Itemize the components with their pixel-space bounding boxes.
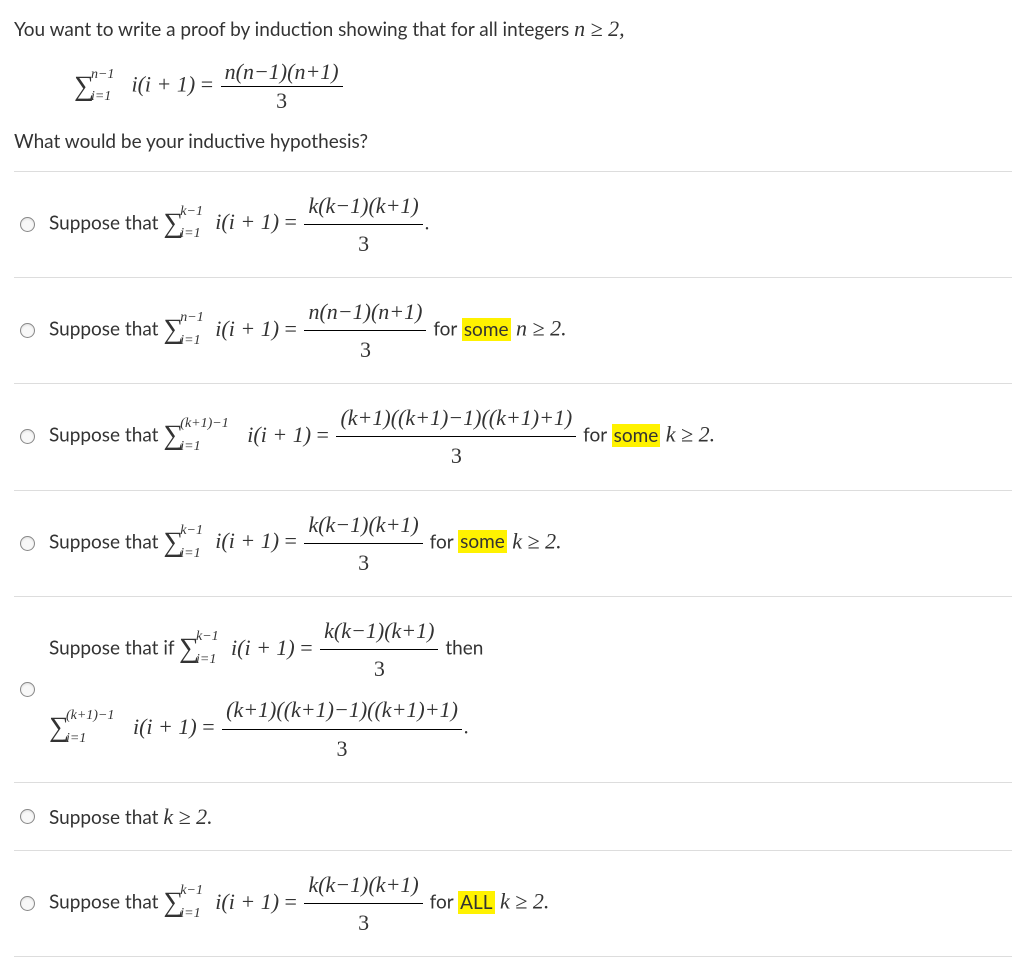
radio-button[interactable]	[20, 323, 35, 338]
summation: ∑n−1i=1	[163, 313, 183, 348]
summation: ∑(k+1)−1i=1	[163, 419, 183, 454]
radio-button[interactable]	[20, 429, 35, 444]
question-line1-math: n ≥ 2,	[574, 16, 625, 41]
fraction: k(k−1)(k+1)3	[320, 613, 438, 686]
option-body: Suppose that if ∑k−1i=1i(i + 1) = k(k−1)…	[49, 613, 483, 766]
summation: ∑ n−1 i=1	[74, 73, 94, 101]
fraction: k(k−1)(k+1)3	[304, 867, 422, 940]
radio-button[interactable]	[20, 809, 35, 824]
option-body: Suppose that ∑(k+1)−1i=1i(i + 1) = (k+1)…	[49, 400, 715, 473]
option-body: Suppose that ∑k−1i=1i(i + 1) = k(k−1)(k+…	[49, 188, 429, 261]
option-row[interactable]: Suppose that ∑(k+1)−1i=1i(i + 1) = (k+1)…	[14, 384, 1012, 490]
summation: ∑k−1i=1	[163, 886, 183, 921]
summation: ∑k−1i=1	[163, 526, 183, 561]
summation: ∑k−1i=1	[179, 632, 199, 667]
fraction: (k+1)((k+1)−1)((k+1)+1)3	[222, 692, 462, 765]
option-body: Suppose that k ≥ 2.	[49, 799, 213, 834]
option-row[interactable]: Suppose that ∑n−1i=1i(i + 1) = n(n−1)(n+…	[14, 278, 1012, 384]
main-formula: ∑ n−1 i=1 i(i + 1) = n(n−1)(n+1) 3	[74, 59, 1012, 114]
question-line2: What would be your inductive hypothesis?	[14, 128, 1012, 157]
summation: ∑k−1i=1	[163, 207, 183, 242]
option-row[interactable]: Suppose that ∑k−1i=1i(i + 1) = k(k−1)(k+…	[14, 172, 1012, 278]
question-line1-text: You want to write a proof by induction s…	[14, 18, 574, 41]
radio-button[interactable]	[20, 896, 35, 911]
fraction: n(n−1)(n+1) 3	[221, 59, 343, 114]
option-body: Suppose that ∑n−1i=1i(i + 1) = n(n−1)(n+…	[49, 294, 567, 367]
radio-button[interactable]	[20, 536, 35, 551]
option-body: Suppose that ∑k−1i=1i(i + 1) = k(k−1)(k+…	[49, 507, 562, 580]
radio-button[interactable]	[20, 682, 35, 697]
fraction: k(k−1)(k+1)3	[304, 507, 422, 580]
fraction: (k+1)((k+1)−1)((k+1)+1)3	[336, 400, 576, 473]
options-list: Suppose that ∑k−1i=1i(i + 1) = k(k−1)(k+…	[14, 171, 1012, 958]
option-row[interactable]: Suppose that k ≥ 2.	[14, 783, 1012, 851]
option-row[interactable]: Suppose that ∑k−1i=1i(i + 1) = k(k−1)(k+…	[14, 491, 1012, 597]
radio-button[interactable]	[20, 217, 35, 232]
option-row[interactable]: Suppose that ∑k−1i=1i(i + 1) = k(k−1)(k+…	[14, 851, 1012, 957]
option-row[interactable]: Suppose that if ∑k−1i=1i(i + 1) = k(k−1)…	[14, 597, 1012, 783]
summation: ∑(k+1)−1i=1	[49, 711, 69, 746]
question-stem: You want to write a proof by induction s…	[14, 12, 1012, 45]
fraction: n(n−1)(n+1)3	[304, 294, 426, 367]
fraction: k(k−1)(k+1)3	[304, 188, 422, 261]
option-body: Suppose that ∑k−1i=1i(i + 1) = k(k−1)(k+…	[49, 867, 549, 940]
